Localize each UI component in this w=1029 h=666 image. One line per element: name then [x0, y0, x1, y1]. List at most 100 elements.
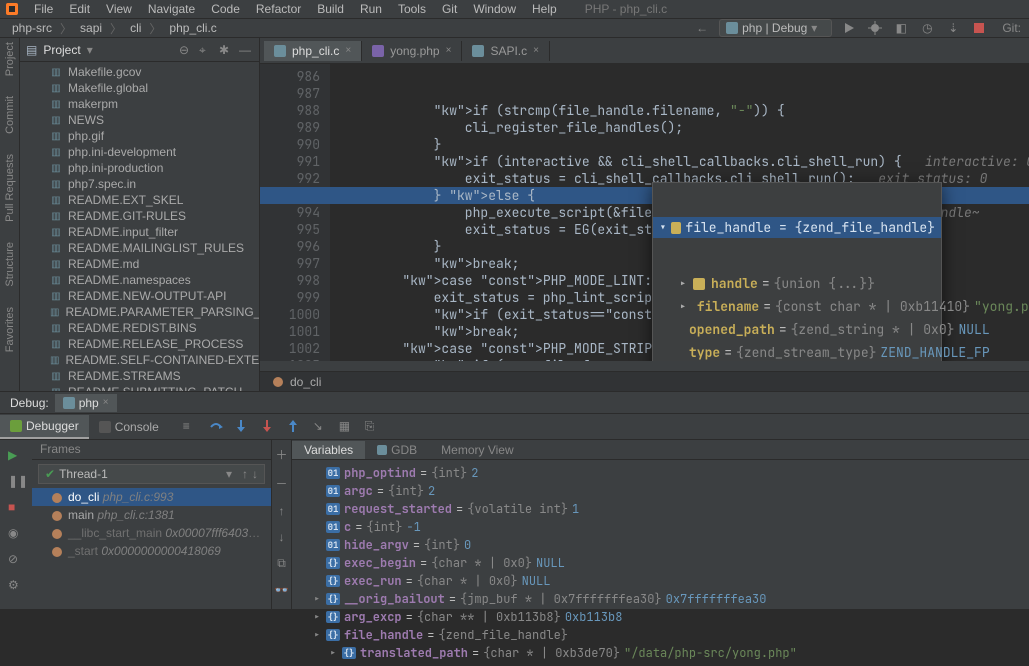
stack-frame[interactable]: _start 0x0000000000418069: [32, 542, 271, 560]
project-tree[interactable]: ▥Makefile.gcov▥Makefile.global▥makerpm▥N…: [20, 62, 259, 391]
attach-icon[interactable]: ⇣: [944, 19, 962, 37]
crumb-1[interactable]: sapi: [76, 20, 106, 36]
trace-icon[interactable]: ⎘: [365, 419, 381, 435]
tooltip-field-row[interactable]: ▸handle = {union {...}}: [653, 272, 941, 295]
tree-item[interactable]: ▥README.EXT_SKEL: [50, 192, 259, 208]
step-into-icon[interactable]: [235, 419, 251, 435]
tree-item[interactable]: ▥README.input_filter: [50, 224, 259, 240]
dbg-settings-icon[interactable]: ⚙: [8, 578, 24, 594]
strip-commit[interactable]: Commit: [4, 96, 16, 134]
mute-bp-icon[interactable]: ⊘: [8, 552, 24, 568]
menu-edit[interactable]: Edit: [61, 0, 98, 18]
eval-expr-icon[interactable]: ▦: [339, 419, 355, 435]
stop-icon[interactable]: [970, 19, 988, 37]
stop-debug-icon[interactable]: ■: [8, 500, 24, 516]
tab-php-cli[interactable]: php_cli.c ×: [264, 41, 362, 61]
tree-item[interactable]: ▥README.SUBMITTING_PATCH: [50, 384, 259, 391]
variable-row[interactable]: ▸{} translated_path = {char * | 0xb3de70…: [300, 644, 1029, 662]
crumb-root[interactable]: php-src: [8, 20, 56, 36]
settings-icon[interactable]: ✱: [219, 43, 233, 57]
variable-row[interactable]: ▸{} __orig_bailout = {jmp_buf * | 0x7fff…: [300, 590, 1029, 608]
variable-row[interactable]: ▸{} file_handle = {zend_file_handle}: [300, 626, 1029, 644]
copy-watch-icon[interactable]: ⧉: [277, 556, 286, 571]
menu-build[interactable]: Build: [309, 0, 352, 18]
menu-view[interactable]: View: [98, 0, 140, 18]
tree-item[interactable]: ▥README.REDIST.BINS: [50, 320, 259, 336]
step-over-icon[interactable]: [209, 419, 225, 435]
coverage-icon[interactable]: ◧: [892, 19, 910, 37]
down-watch-icon[interactable]: ↓: [279, 530, 285, 544]
tree-item[interactable]: ▥README.RELEASE_PROCESS: [50, 336, 259, 352]
variable-row[interactable]: 01 argc = {int} 2: [300, 482, 1029, 500]
view-breakpoints-icon[interactable]: ◉: [8, 526, 24, 542]
menu-tools[interactable]: Tools: [390, 0, 434, 18]
menu-file[interactable]: File: [26, 0, 61, 18]
menu-code[interactable]: Code: [203, 0, 248, 18]
menu-git[interactable]: Git: [434, 0, 465, 18]
strip-project[interactable]: Project: [4, 42, 16, 76]
variable-row[interactable]: 01 c = {int} -1: [300, 518, 1029, 536]
variable-row[interactable]: ▸{} arg_excp = {char ** | 0xb113b8} 0xb1…: [300, 608, 1029, 626]
thread-select[interactable]: ✔ Thread-1 ▾ ↑ ↓: [38, 464, 265, 484]
show-exec-point-icon[interactable]: ≡: [183, 419, 199, 435]
code-view[interactable]: "kw">if (strcmp(file_handle.filename, "-…: [330, 64, 1029, 361]
current-function[interactable]: do_cli: [290, 375, 321, 389]
strip-pull[interactable]: Pull Requests: [4, 154, 16, 222]
up-watch-icon[interactable]: ↑: [279, 504, 285, 518]
tree-item[interactable]: ▥README.GIT-RULES: [50, 208, 259, 224]
crumb-file[interactable]: php_cli.c: [165, 20, 220, 36]
menu-navigate[interactable]: Navigate: [140, 0, 203, 18]
step-out-icon[interactable]: [287, 419, 303, 435]
run-icon[interactable]: [840, 19, 858, 37]
gutter[interactable]: 9869879889899909919929939949959969979989…: [260, 64, 330, 361]
menu-refactor[interactable]: Refactor: [248, 0, 309, 18]
back-icon[interactable]: ←: [693, 19, 711, 37]
tree-item[interactable]: ▥README.PARAMETER_PARSING_API: [50, 304, 259, 320]
variables-tab[interactable]: Variables: [292, 441, 365, 459]
close-icon[interactable]: ×: [533, 45, 539, 56]
tree-item[interactable]: ▥php7.spec.in: [50, 176, 259, 192]
close-icon[interactable]: ×: [446, 45, 452, 56]
editor-body[interactable]: 9869879889899909919929939949959969979989…: [260, 64, 1029, 361]
tooltip-header[interactable]: ▾ file_handle = {zend_file_handle}: [653, 217, 941, 238]
menu-run[interactable]: Run: [352, 0, 390, 18]
variable-row[interactable]: {} exec_run = {char * | 0x0} NULL: [300, 572, 1029, 590]
run-config-select[interactable]: php | Debug ▾: [719, 19, 832, 37]
tooltip-field-row[interactable]: type = {zend_stream_type} ZEND_HANDLE_FP: [653, 341, 941, 361]
menu-window[interactable]: Window: [465, 0, 524, 18]
tree-item[interactable]: ▥README.NEW-OUTPUT-API: [50, 288, 259, 304]
tree-item[interactable]: ▥makerpm: [50, 96, 259, 112]
memory-view-tab[interactable]: Memory View: [429, 441, 525, 459]
horiz-scrollbar[interactable]: [260, 361, 1029, 371]
add-watch-icon[interactable]: ＋: [275, 446, 287, 463]
variable-row[interactable]: {} exec_begin = {char * | 0x0} NULL: [300, 554, 1029, 572]
locate-icon[interactable]: ⌖: [199, 43, 213, 57]
tree-item[interactable]: ▥README.md: [50, 256, 259, 272]
tree-item[interactable]: ▥README.SELF-CONTAINED-EXTENSIONS: [50, 352, 259, 368]
tree-item[interactable]: ▥Makefile.gcov: [50, 64, 259, 80]
stack-frame[interactable]: do_cli php_cli.c:993: [32, 488, 271, 506]
gdb-tab[interactable]: GDB: [365, 441, 429, 459]
debugger-subtab[interactable]: Debugger: [0, 415, 89, 439]
tree-item[interactable]: ▥README.MAILINGLIST_RULES: [50, 240, 259, 256]
hide-panel-icon[interactable]: —: [239, 43, 253, 57]
strip-structure[interactable]: Structure: [4, 242, 16, 287]
close-icon[interactable]: ×: [103, 397, 109, 408]
tree-item[interactable]: ▥php.gif: [50, 128, 259, 144]
debug-icon[interactable]: [866, 19, 884, 37]
tab-yong[interactable]: yong.php ×: [362, 41, 462, 61]
variable-row[interactable]: 01 request_started = {volatile int} 1: [300, 500, 1029, 518]
glasses-icon[interactable]: 👓: [274, 583, 289, 597]
tree-item[interactable]: ▥README.STREAMS: [50, 368, 259, 384]
close-icon[interactable]: ×: [345, 45, 351, 56]
tree-item[interactable]: ▥php.ini-production: [50, 160, 259, 176]
force-step-into-icon[interactable]: [261, 419, 277, 435]
remove-watch-icon[interactable]: －: [275, 475, 287, 492]
variables-list[interactable]: 01 php_optind = {int} 201 argc = {int} 2…: [292, 460, 1029, 666]
tooltip-field-row[interactable]: ▸filename = {const char * | 0xb11410} "y…: [653, 295, 941, 318]
stack-frame[interactable]: main php_cli.c:1381: [32, 506, 271, 524]
profile-icon[interactable]: ◷: [918, 19, 936, 37]
tree-item[interactable]: ▥README.namespaces: [50, 272, 259, 288]
menu-help[interactable]: Help: [524, 0, 565, 18]
tree-item[interactable]: ▥NEWS: [50, 112, 259, 128]
